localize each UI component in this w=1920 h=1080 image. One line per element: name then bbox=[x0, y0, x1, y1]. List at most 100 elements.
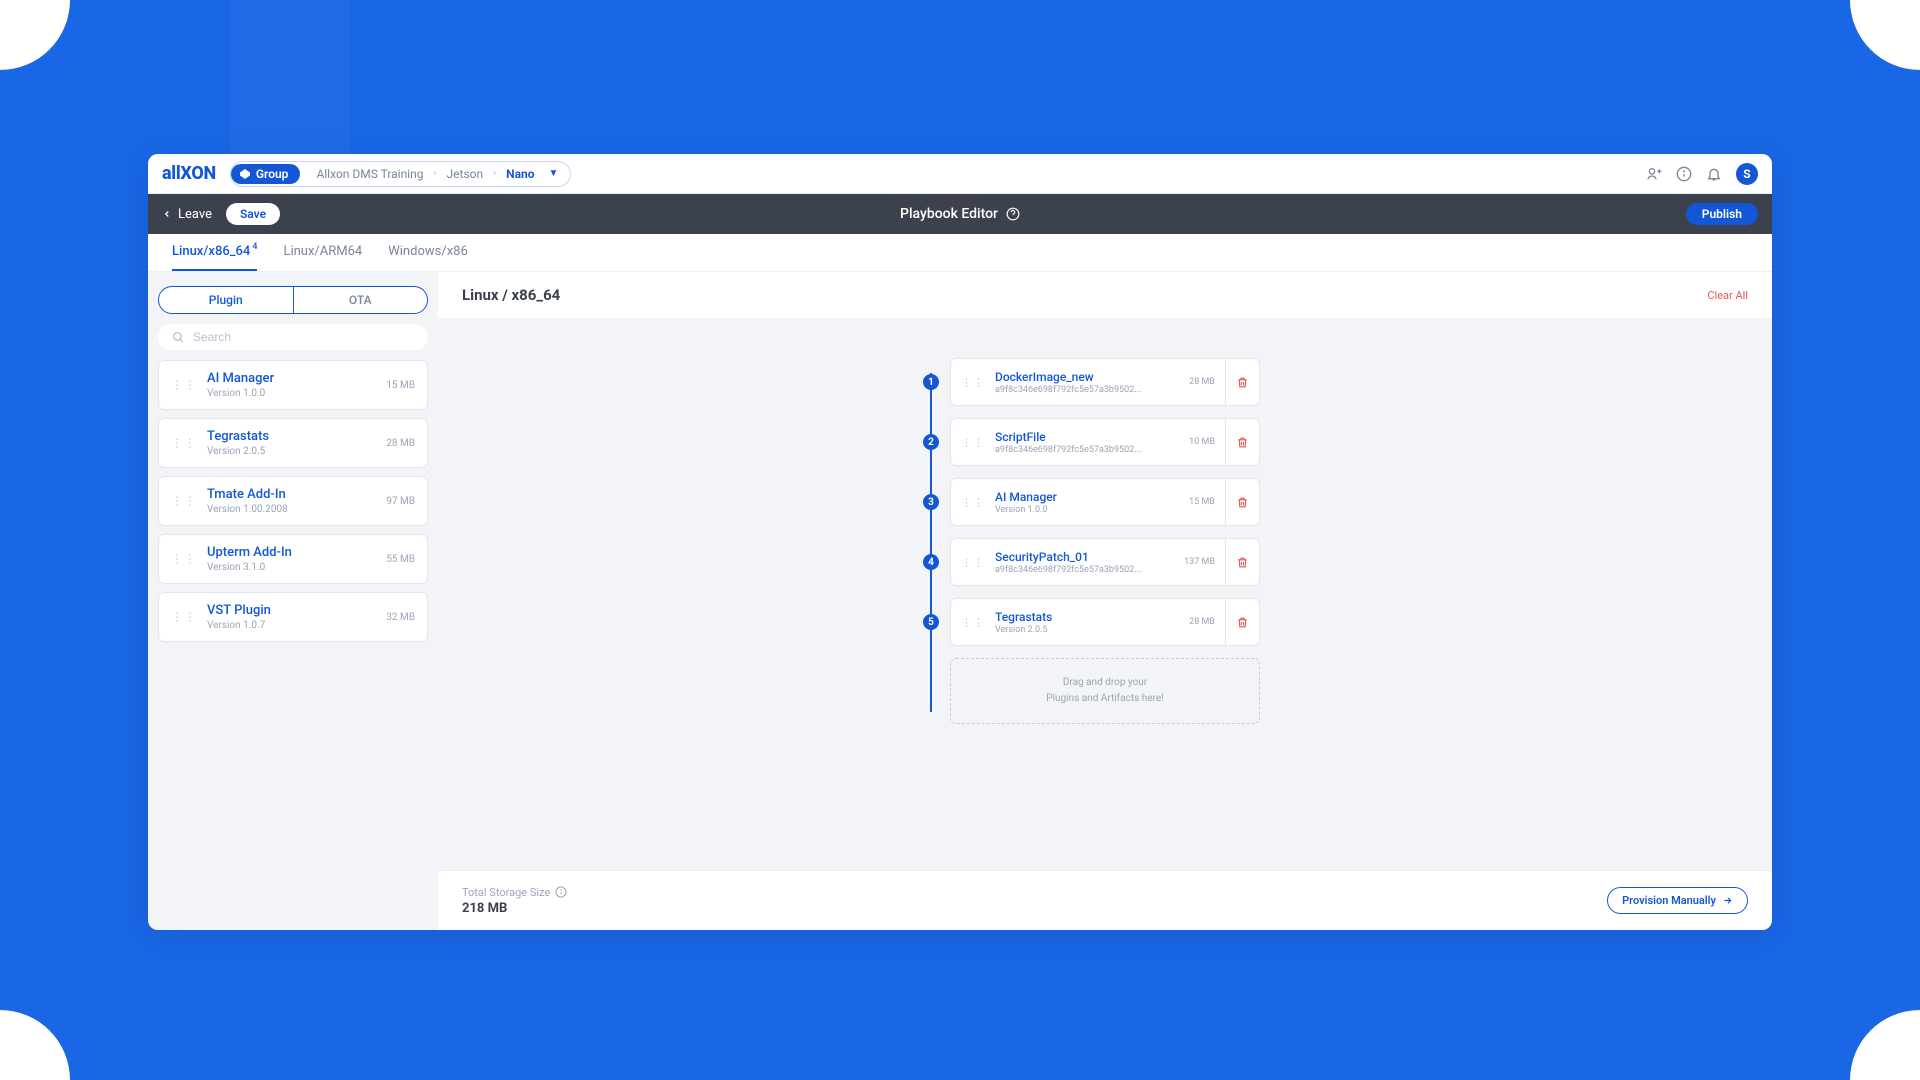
page-title: Playbook Editor bbox=[900, 206, 1020, 222]
step-sub: a9f8c346e698f792fc5e57a3b9502... bbox=[995, 385, 1179, 395]
delete-button[interactable] bbox=[1225, 479, 1259, 525]
provision-manually-button[interactable]: Provision Manually bbox=[1607, 887, 1748, 914]
publish-button[interactable]: Publish bbox=[1686, 203, 1758, 225]
main: Linux / x86_64 Clear All 1⋮⋮DockerImage_… bbox=[438, 272, 1772, 930]
delete-button[interactable] bbox=[1225, 419, 1259, 465]
info-icon[interactable] bbox=[555, 886, 567, 898]
step-number: 1 bbox=[923, 374, 939, 390]
drag-handle-icon[interactable]: ⋮⋮ bbox=[951, 556, 995, 569]
sidebar-seg-control: Plugin OTA bbox=[158, 286, 428, 314]
step-row: 5⋮⋮TegrastatsVersion 2.0.528 MB bbox=[950, 598, 1260, 646]
platform-tabs: Linux/x86_644 Linux/ARM64 Windows/x86 bbox=[148, 234, 1772, 272]
step-card[interactable]: ⋮⋮AI ManagerVersion 1.0.015 MB bbox=[950, 478, 1260, 526]
drag-handle-icon: ⋮⋮ bbox=[171, 553, 197, 565]
seg-plugin[interactable]: Plugin bbox=[159, 287, 293, 313]
storage-label: Total Storage Size bbox=[462, 886, 567, 899]
crumb-0[interactable]: Allxon DMS Training bbox=[306, 164, 433, 184]
step-number: 4 bbox=[923, 554, 939, 570]
tab-windows-x86[interactable]: Windows/x86 bbox=[388, 234, 468, 271]
tab-linux-arm64[interactable]: Linux/ARM64 bbox=[283, 234, 362, 271]
crumb-1[interactable]: Jetson bbox=[437, 164, 494, 184]
avatar[interactable]: S bbox=[1736, 163, 1758, 185]
step-card[interactable]: ⋮⋮TegrastatsVersion 2.0.528 MB bbox=[950, 598, 1260, 646]
plugin-size: 28 MB bbox=[386, 438, 415, 449]
step-card[interactable]: ⋮⋮ScriptFilea9f8c346e698f792fc5e57a3b950… bbox=[950, 418, 1260, 466]
plugin-name: AI Manager bbox=[207, 371, 386, 386]
step-size: 137 MB bbox=[1174, 557, 1225, 567]
tab-linux-x86-64[interactable]: Linux/x86_644 bbox=[172, 234, 257, 271]
plugin-version: Version 1.0.0 bbox=[207, 388, 386, 399]
step-sub: a9f8c346e698f792fc5e57a3b9502... bbox=[995, 445, 1179, 455]
trash-icon bbox=[1236, 616, 1249, 629]
group-chip[interactable]: Group bbox=[231, 164, 301, 184]
step-sub: a9f8c346e698f792fc5e57a3b9502... bbox=[995, 565, 1174, 575]
info-icon[interactable] bbox=[1676, 166, 1692, 182]
dropzone[interactable]: Drag and drop your Plugins and Artifacts… bbox=[950, 658, 1260, 724]
leave-button[interactable]: Leave bbox=[162, 207, 212, 222]
chevron-down-icon[interactable]: ▼ bbox=[545, 168, 569, 179]
step-sub: Version 1.0.0 bbox=[995, 505, 1179, 515]
step-sub: Version 2.0.5 bbox=[995, 625, 1179, 635]
bell-icon[interactable] bbox=[1706, 166, 1722, 182]
drag-handle-icon: ⋮⋮ bbox=[171, 495, 197, 507]
step-number: 3 bbox=[923, 494, 939, 510]
step-card[interactable]: ⋮⋮SecurityPatch_01a9f8c346e698f792fc5e57… bbox=[950, 538, 1260, 586]
footer: Total Storage Size 218 MB Provision Manu… bbox=[438, 870, 1772, 930]
drag-handle-icon[interactable]: ⋮⋮ bbox=[951, 376, 995, 389]
search-input[interactable] bbox=[158, 324, 428, 350]
step-row: 2⋮⋮ScriptFilea9f8c346e698f792fc5e57a3b95… bbox=[950, 418, 1260, 466]
sidebar: Plugin OTA ⋮⋮AI ManagerVersion 1.0.015 M… bbox=[148, 272, 438, 930]
drag-handle-icon[interactable]: ⋮⋮ bbox=[951, 616, 995, 629]
search-icon bbox=[172, 331, 185, 344]
step-name: ScriptFile bbox=[995, 430, 1179, 444]
delete-button[interactable] bbox=[1225, 599, 1259, 645]
trash-icon bbox=[1236, 376, 1249, 389]
plugin-version: Version 1.00.2008 bbox=[207, 504, 386, 515]
clear-all-button[interactable]: Clear All bbox=[1707, 289, 1748, 302]
step-row: 4⋮⋮SecurityPatch_01a9f8c346e698f792fc5e5… bbox=[950, 538, 1260, 586]
crumb-2[interactable]: Nano bbox=[496, 164, 544, 184]
topbar: allXON Group Allxon DMS Training › Jetso… bbox=[148, 154, 1772, 194]
delete-button[interactable] bbox=[1225, 539, 1259, 585]
delete-button[interactable] bbox=[1225, 359, 1259, 405]
plugin-name: Tmate Add-In bbox=[207, 487, 386, 502]
plugin-name: Upterm Add-In bbox=[207, 545, 386, 560]
main-title: Linux / x86_64 bbox=[462, 286, 560, 304]
plugin-version: Version 2.0.5 bbox=[207, 446, 386, 457]
plugin-version: Version 1.0.7 bbox=[207, 620, 386, 631]
step-size: 28 MB bbox=[1179, 377, 1225, 387]
drag-handle-icon[interactable]: ⋮⋮ bbox=[951, 496, 995, 509]
save-button[interactable]: Save bbox=[226, 203, 280, 225]
plugin-size: 55 MB bbox=[386, 554, 415, 565]
help-icon[interactable] bbox=[1006, 207, 1020, 221]
step-number: 5 bbox=[923, 614, 939, 630]
titlebar: Leave Save Playbook Editor Publish bbox=[148, 194, 1772, 234]
plugin-version: Version 3.1.0 bbox=[207, 562, 386, 573]
step-row: 1⋮⋮DockerImage_newa9f8c346e698f792fc5e57… bbox=[950, 358, 1260, 406]
user-add-icon[interactable] bbox=[1646, 166, 1662, 182]
plugin-size: 97 MB bbox=[386, 496, 415, 507]
step-name: Tegrastats bbox=[995, 610, 1179, 624]
drag-handle-icon[interactable]: ⋮⋮ bbox=[951, 436, 995, 449]
step-name: AI Manager bbox=[995, 490, 1179, 504]
layers-icon bbox=[239, 168, 251, 180]
drag-handle-icon: ⋮⋮ bbox=[171, 611, 197, 623]
plugin-card[interactable]: ⋮⋮ Tmate Add-In Version 1.00.200897 MB bbox=[158, 476, 428, 526]
step-size: 15 MB bbox=[1179, 497, 1225, 507]
step-number: 2 bbox=[923, 434, 939, 450]
logo: allXON bbox=[162, 163, 216, 184]
plugin-list: ⋮⋮AI ManagerVersion 1.0.015 MB⋮⋮Tegrasta… bbox=[158, 360, 428, 642]
step-name: DockerImage_new bbox=[995, 370, 1179, 384]
plugin-card[interactable]: ⋮⋮VST PluginVersion 1.0.732 MB bbox=[158, 592, 428, 642]
seg-ota[interactable]: OTA bbox=[294, 287, 428, 313]
step-size: 10 MB bbox=[1179, 437, 1225, 447]
step-card[interactable]: ⋮⋮DockerImage_newa9f8c346e698f792fc5e57a… bbox=[950, 358, 1260, 406]
plugin-card[interactable]: ⋮⋮ Upterm Add-In Version 3.1.055 MB bbox=[158, 534, 428, 584]
canvas: 1⋮⋮DockerImage_newa9f8c346e698f792fc5e57… bbox=[438, 318, 1772, 870]
plugin-card[interactable]: ⋮⋮AI ManagerVersion 1.0.015 MB bbox=[158, 360, 428, 410]
app-window: allXON Group Allxon DMS Training › Jetso… bbox=[148, 154, 1772, 930]
plugin-name: VST Plugin bbox=[207, 603, 386, 618]
step-row: 3⋮⋮AI ManagerVersion 1.0.015 MB bbox=[950, 478, 1260, 526]
drag-handle-icon: ⋮⋮ bbox=[171, 379, 197, 391]
plugin-card[interactable]: ⋮⋮TegrastatsVersion 2.0.528 MB bbox=[158, 418, 428, 468]
